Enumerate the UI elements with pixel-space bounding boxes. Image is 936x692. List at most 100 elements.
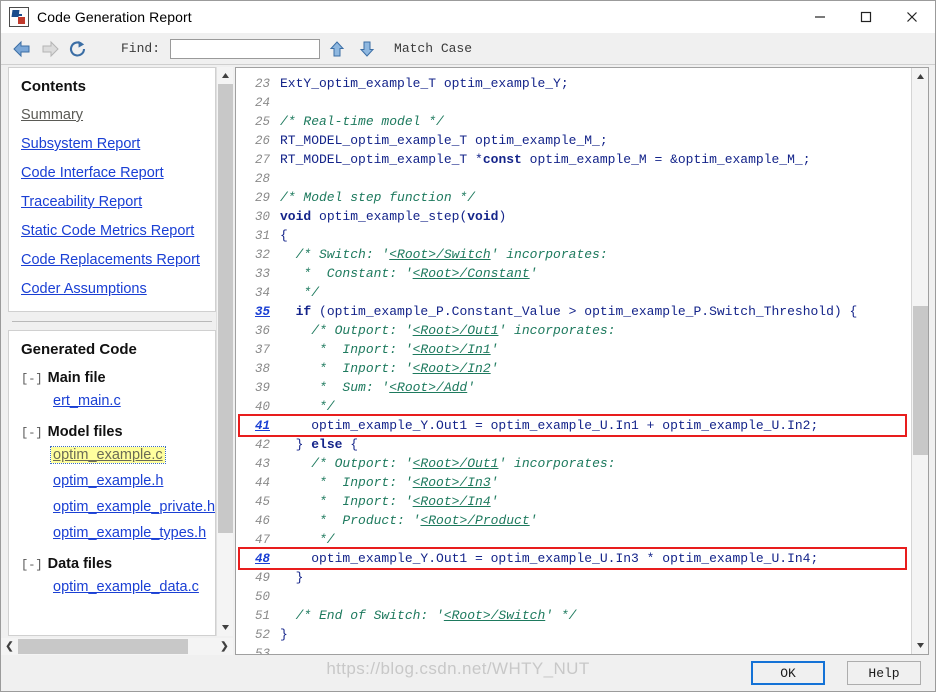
code-frame: 23 ExtY_optim_example_T optim_example_Y; 2… <box>235 67 929 655</box>
code-line-32: 32 /* Switch: '<Root>/Switch' incorporat… <box>236 245 911 264</box>
ok-button[interactable]: OK <box>751 661 825 685</box>
find-input[interactable] <box>170 38 321 59</box>
minimize-icon[interactable] <box>797 1 843 33</box>
refresh-icon[interactable] <box>65 36 91 62</box>
code-text: ' <box>490 342 499 357</box>
contents-link-4[interactable]: Static Code Metrics Report <box>21 223 205 239</box>
tree-file-optim-example-private-h[interactable]: optim_example_private.h <box>53 499 215 515</box>
code-text: */ <box>280 285 320 300</box>
sidebar-divider <box>12 321 212 322</box>
simulink-model-icon <box>9 7 29 27</box>
code-text: /* End of Switch: ' <box>280 608 444 623</box>
line-number: 46 <box>254 514 270 528</box>
tree-file-ert-main-c[interactable]: ert_main.c <box>53 393 121 409</box>
contents-link-3[interactable]: Traceability Report <box>21 194 205 210</box>
code-block-link[interactable]: <Root>/In4 <box>413 494 491 509</box>
title-bar: Code Generation Report <box>1 1 935 33</box>
scroll-down-icon[interactable] <box>217 619 234 636</box>
code-scroll-down-icon[interactable] <box>912 637 929 654</box>
code-text: optim_example_M = &optim_example_M_; <box>521 152 811 167</box>
code-block-link[interactable]: <Root>/Out1 <box>413 323 499 338</box>
line-number: 34 <box>254 286 270 300</box>
code-block-link[interactable]: <Root>/Switch <box>444 608 545 623</box>
sidebar-vertical-scrollbar[interactable] <box>216 67 233 636</box>
code-text: optim_example_Y.Out1 = optim_example_U.I… <box>280 551 819 566</box>
code-line-23: 23 ExtY_optim_example_T optim_example_Y; <box>236 74 911 93</box>
contents-link-2[interactable]: Code Interface Report <box>21 165 205 181</box>
match-case-label[interactable]: Match Case <box>394 41 472 56</box>
back-arrow-icon[interactable] <box>9 36 35 62</box>
code-line-39: 39 * Sum: '<Root>/Add' <box>236 378 911 397</box>
code-block-link[interactable]: <Root>/Constant <box>413 266 530 281</box>
code-line-46: 46 * Product: '<Root>/Product' <box>236 511 911 530</box>
help-button[interactable]: Help <box>847 661 921 685</box>
tree-toggle-icon[interactable]: [-] <box>21 426 43 440</box>
maximize-icon[interactable] <box>843 1 889 33</box>
line-number: 25 <box>254 115 270 129</box>
code-block-link[interactable]: <Root>/In2 <box>413 361 491 376</box>
code-scroll-up-icon[interactable] <box>912 68 929 85</box>
code-text: * Product: ' <box>280 513 421 528</box>
tree-file-optim-example-types-h[interactable]: optim_example_types.h <box>53 525 206 541</box>
generated-code-tree: [-] Main file ert_main.c [-] Model files opti… <box>19 370 215 604</box>
tree-toggle-icon[interactable]: [-] <box>21 372 43 386</box>
scroll-left-icon[interactable]: ❮ <box>1 638 18 655</box>
main-area: Contents Summary Subsystem Report Code Int… <box>1 65 935 655</box>
contents-link-5[interactable]: Code Replacements Report <box>21 252 205 268</box>
code-text: void <box>280 209 312 224</box>
code-listing: 23 ExtY_optim_example_T optim_example_Y; 2… <box>236 74 911 654</box>
code-scroll-thumb[interactable] <box>912 305 928 455</box>
line-number-link[interactable]: 48 <box>236 550 280 569</box>
code-text: ' <box>490 475 499 490</box>
code-pane: 23 ExtY_optim_example_T optim_example_Y; 2… <box>233 65 935 655</box>
code-block-link[interactable]: <Root>/In1 <box>413 342 491 357</box>
close-icon[interactable] <box>889 1 935 33</box>
code-block-link[interactable]: <Root>/Out1 <box>413 456 499 471</box>
code-line-31: 31 { <box>236 226 911 245</box>
tree-toggle-icon[interactable]: [-] <box>21 558 43 572</box>
sidebar-scroll-thumb[interactable] <box>217 84 233 534</box>
code-text: ' incorporates: <box>490 247 608 262</box>
code-text: * Constant: ' <box>280 266 413 281</box>
code-line-34: 34 */ <box>236 283 911 302</box>
code-line-38: 38 * Inport: '<Root>/In2' <box>236 359 911 378</box>
code-line-28: 28 <box>236 169 911 188</box>
code-block-link[interactable]: <Root>/Product <box>420 513 529 528</box>
contents-link-6[interactable]: Coder Assumptions <box>21 281 205 297</box>
tree-file-optim-example-data-c[interactable]: optim_example_data.c <box>53 579 199 595</box>
line-number-link[interactable]: 35 <box>236 303 280 322</box>
up-arrow-icon[interactable] <box>324 36 350 62</box>
code-text: */ <box>280 532 335 547</box>
code-line-52: 52} <box>236 625 911 644</box>
code-vertical-scrollbar[interactable] <box>911 68 928 654</box>
down-arrow-icon[interactable] <box>354 36 380 62</box>
line-number: 52 <box>254 628 270 642</box>
tree-file-optim-example-c[interactable]: optim_example.c <box>50 446 166 464</box>
line-number: 42 <box>254 438 270 452</box>
code-text: /* Outport: ' <box>280 456 413 471</box>
code-text: RT_MODEL_optim_example_T * <box>280 152 483 167</box>
code-text: /* Switch: ' <box>280 247 390 262</box>
contents-link-1[interactable]: Subsystem Report <box>21 136 205 152</box>
code-block-link[interactable]: <Root>/Switch <box>389 247 490 262</box>
code-text: } <box>280 570 304 585</box>
code-block-link[interactable]: <Root>/Add <box>389 380 467 395</box>
code-line-37: 37 * Inport: '<Root>/In1' <box>236 340 911 359</box>
tree-file-optim-example-h[interactable]: optim_example.h <box>53 473 163 489</box>
line-number: 50 <box>254 590 270 604</box>
sidebar-hscroll-thumb[interactable] <box>18 639 189 654</box>
code-scroll-track[interactable] <box>912 85 929 637</box>
sidebar-hscroll-track[interactable] <box>18 638 216 655</box>
scroll-up-icon[interactable] <box>217 67 234 84</box>
scroll-right-icon[interactable]: ❯ <box>216 638 233 655</box>
code-text: ' incorporates: <box>498 456 616 471</box>
sidebar: Contents Summary Subsystem Report Code Int… <box>1 65 233 655</box>
sidebar-scroll-track[interactable] <box>217 84 234 619</box>
contents-title: Contents <box>21 78 86 95</box>
contents-link-0[interactable]: Summary <box>21 107 205 123</box>
code-block-link[interactable]: <Root>/In3 <box>413 475 491 490</box>
code-text: optim_example_Y.Out1 = optim_example_U.I… <box>280 418 819 433</box>
line-number-link[interactable]: 41 <box>236 417 280 436</box>
code-text: } <box>280 437 312 452</box>
sidebar-horizontal-scrollbar[interactable]: ❮ ❯ <box>1 638 233 655</box>
